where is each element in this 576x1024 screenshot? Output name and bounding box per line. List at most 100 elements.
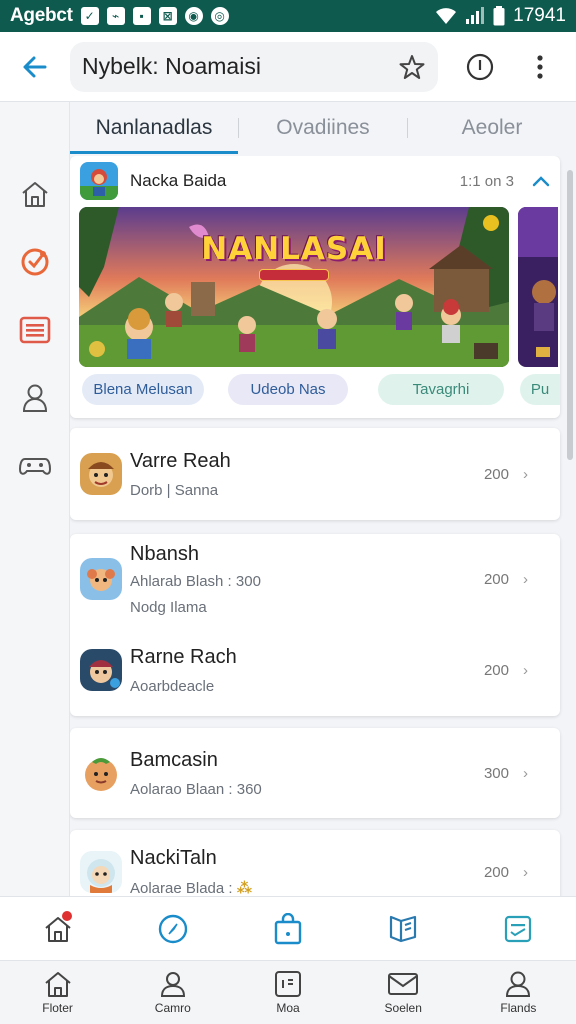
item-subtitle: Ahlarab Blash : 300 — [130, 572, 261, 590]
item-title: Varre Reah — [130, 449, 231, 472]
item-title: Nbansh — [130, 542, 199, 565]
game-card[interactable]: NackiTaln Aolarae Blada : ⁂ 200 › — [70, 830, 560, 896]
notification-icon: ▪ — [132, 7, 151, 25]
content-list: Nacka Baida 1:1 on 3 NANLASAI Blena Melu… — [70, 156, 566, 896]
book-icon — [390, 915, 417, 942]
nav-label: Moa — [276, 1001, 300, 1015]
item-subtitle: Dorb | Sanna — [130, 481, 219, 499]
list-item[interactable]: Nbansh Ahlarab Blash : 300 Nodg Ilama 20… — [70, 536, 560, 622]
info-button[interactable] — [450, 37, 510, 97]
list-item[interactable]: Varre Reah Dorb | Sanna 200 › — [70, 434, 560, 514]
featured-app-icon — [80, 162, 118, 200]
checklist-icon — [505, 915, 532, 942]
more-options-button[interactable] — [510, 37, 570, 97]
game-card[interactable]: Bamcasin Aolarao Blaan : 360 300 › — [70, 728, 560, 818]
nav-item-4[interactable]: Flands — [461, 961, 576, 1024]
notification-icon: ◎ — [210, 7, 229, 25]
game-icon — [80, 453, 122, 495]
bag-icon — [274, 912, 302, 944]
mail-icon — [388, 973, 419, 995]
explore-action-button[interactable] — [115, 897, 230, 960]
compass-icon — [158, 914, 187, 943]
game-icon — [80, 649, 122, 691]
banner-badge — [259, 269, 329, 281]
chevron-right-icon: › — [523, 661, 528, 679]
item-value: 200 — [483, 661, 509, 679]
banner-game-title: NANLASAI — [201, 231, 387, 267]
chip-tag[interactable]: Pu — [520, 374, 560, 405]
gamepad-icon — [18, 458, 52, 475]
arrow-left-icon — [23, 56, 47, 77]
notification-icon: ✓ — [80, 7, 99, 25]
person-icon — [506, 971, 531, 997]
rail-list[interactable] — [15, 310, 55, 350]
featured-banner-next[interactable] — [518, 207, 558, 367]
chip-tag[interactable]: Udeob Nas — [228, 374, 348, 405]
list-item[interactable]: NackiTaln Aolarae Blada : ⁂ 200 › — [70, 832, 560, 896]
search-text: Nybelk: Noamaisi — [82, 53, 261, 79]
battery-icon — [493, 6, 505, 26]
game-icon — [80, 851, 122, 893]
rail-home[interactable] — [15, 174, 55, 214]
list-item[interactable]: Rarne Rach Aoarbdeacle 200 › — [70, 630, 560, 710]
list-item[interactable]: Bamcasin Aolarao Blaan : 360 300 › — [70, 733, 560, 813]
notification-icon: ◉ — [184, 7, 203, 25]
nav-item-1[interactable]: Camro — [115, 961, 230, 1024]
status-bar: Agebct ✓ ⌁ ▪ ⊠ ◉ ◎ 17941 — [0, 0, 576, 32]
rail-discover[interactable] — [15, 242, 55, 282]
item-value: 300 — [483, 764, 509, 782]
featured-title: Nacka Baida — [130, 171, 227, 190]
app-bar: Nybelk: Noamaisi — [0, 32, 576, 102]
back-button[interactable] — [0, 32, 70, 102]
tag-chips: Blena Melusan Udeob Nas Tavagrhi Pu — [80, 374, 560, 406]
item-subtitle: Aolarae Blada : ⁂ — [130, 880, 253, 896]
tasks-action-button[interactable] — [461, 897, 576, 960]
side-rail — [0, 102, 70, 896]
nav-item-3[interactable]: Soelen — [346, 961, 461, 1024]
tab-0[interactable]: Nanlanadlas — [70, 102, 238, 154]
wifi-icon — [436, 8, 457, 24]
rail-profile[interactable] — [15, 378, 55, 418]
game-card[interactable]: Nbansh Ahlarab Blash : 300 Nodg Ilama 20… — [70, 534, 560, 716]
game-card[interactable]: Varre Reah Dorb | Sanna 200 › — [70, 428, 560, 520]
user-icon — [22, 384, 48, 412]
nav-item-2[interactable]: Moa — [230, 961, 345, 1024]
user-icon — [160, 972, 185, 997]
tab-2[interactable]: Aeoler — [408, 102, 576, 154]
chevron-right-icon: › — [523, 764, 528, 782]
list-icon — [19, 316, 51, 344]
search-field[interactable]: Nybelk: Noamaisi — [70, 41, 438, 92]
featured-card[interactable]: Nacka Baida 1:1 on 3 NANLASAI Blena Melu… — [70, 156, 560, 418]
signal-icon — [466, 7, 485, 24]
home-icon — [44, 972, 71, 997]
featured-header: Nacka Baida 1:1 on 3 — [70, 156, 560, 206]
rail-games[interactable] — [15, 446, 55, 486]
nav-label: Floter — [42, 1001, 73, 1015]
chip-tag[interactable]: Blena Melusan — [82, 374, 204, 405]
store-action-button[interactable] — [230, 897, 345, 960]
chevron-right-icon: › — [523, 465, 528, 483]
item-title: Rarne Rach — [130, 645, 237, 668]
star-icon[interactable] — [398, 53, 426, 81]
frame-icon — [275, 971, 301, 997]
chevron-right-icon: › — [523, 863, 528, 881]
item-value: 200 — [483, 465, 509, 483]
item-title: NackiTaln — [130, 847, 217, 869]
featured-banner[interactable]: NANLASAI — [79, 207, 509, 367]
tab-bar: Nanlanadlas Ovadiines Aeoler — [70, 102, 576, 154]
tab-1[interactable]: Ovadiines — [239, 102, 407, 154]
chip-tag[interactable]: Tavagrhi — [378, 374, 504, 405]
game-icon — [80, 752, 122, 794]
chevron-up-icon[interactable] — [532, 175, 550, 187]
game-artwork-next — [518, 207, 558, 367]
item-subtitle-2: Nodg Ilama — [130, 598, 207, 616]
nav-item-0[interactable]: Floter — [0, 961, 115, 1024]
nav-label: Soelen — [384, 1001, 422, 1015]
notification-icon: ⌁ — [106, 7, 125, 25]
scrollbar[interactable] — [567, 170, 573, 460]
status-app-name: Agebct — [10, 5, 73, 26]
featured-count: 1:1 on 3 — [459, 172, 514, 190]
home-action-button[interactable] — [0, 897, 115, 960]
bottom-navigation: Floter Camro Moa Soelen Flands — [0, 960, 576, 1024]
library-action-button[interactable] — [346, 897, 461, 960]
